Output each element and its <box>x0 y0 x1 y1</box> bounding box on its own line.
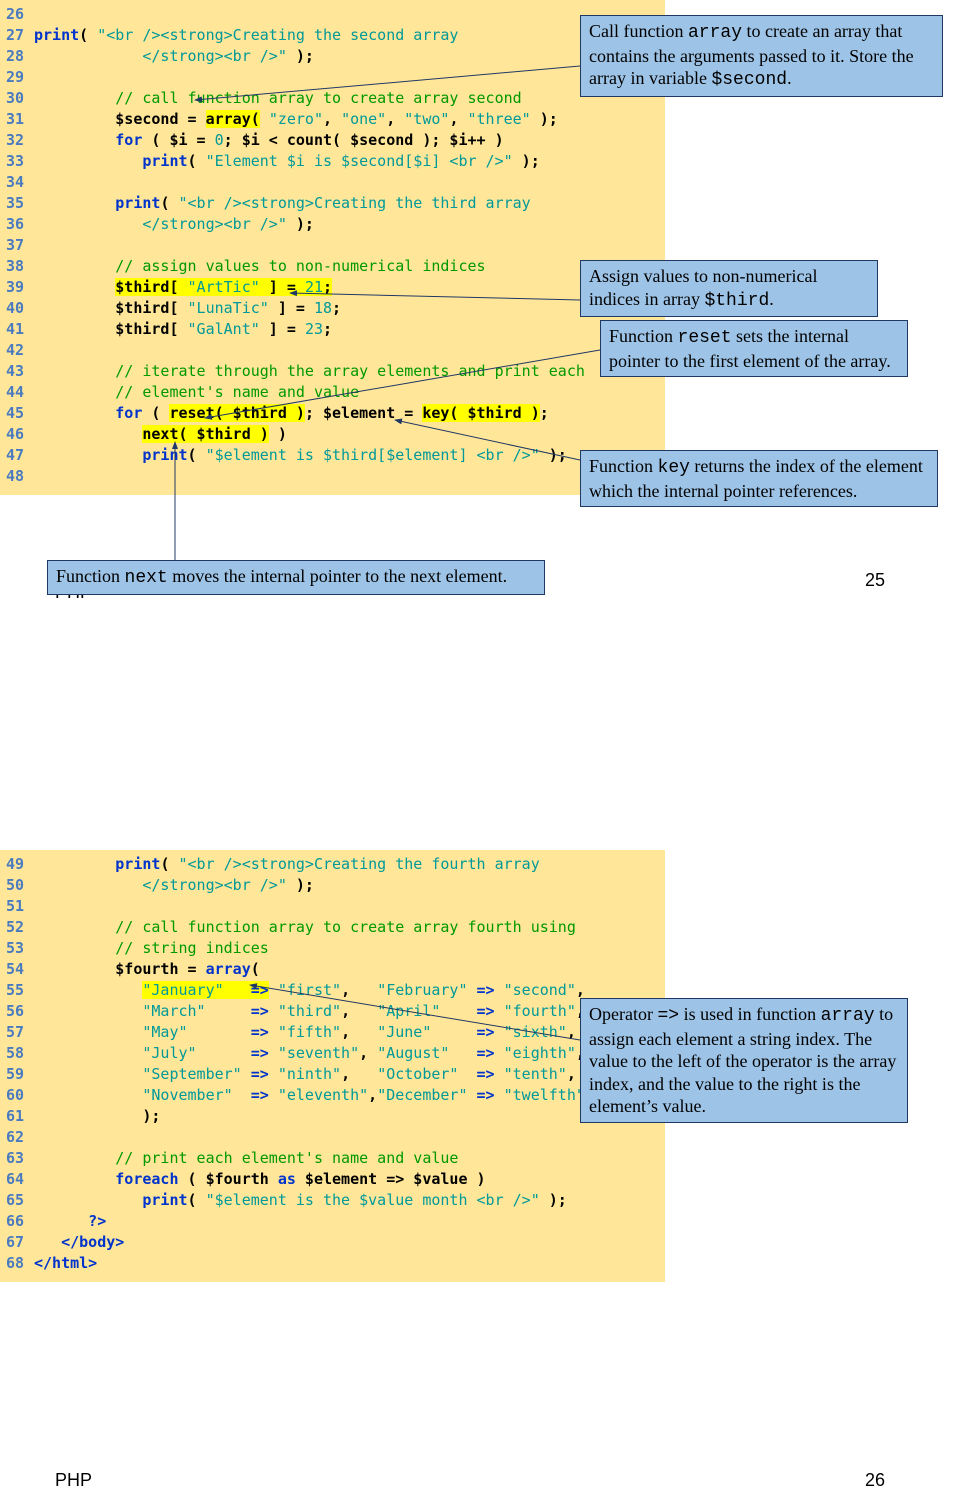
callout-third-indices: Assign values to non-numerical indices i… <box>580 260 878 317</box>
footer-label: PHP <box>55 1470 92 1491</box>
code-block-2: 49 print( "<br /><strong>Creating the fo… <box>0 850 665 1282</box>
callout-reset: Function reset sets the internal pointer… <box>600 320 908 377</box>
callout-next: Function next moves the internal pointer… <box>47 560 545 595</box>
code-block-1: 2627print( "<br /><strong>Creating the s… <box>0 0 665 495</box>
page-number: 25 <box>865 570 885 591</box>
callout-array-second: Call function array to create an array t… <box>580 15 943 97</box>
slide-25: 2627print( "<br /><strong>Creating the s… <box>0 0 960 770</box>
page-number: 26 <box>865 1470 885 1491</box>
slide-26: 49 print( "<br /><strong>Creating the fo… <box>0 770 960 1510</box>
callout-arrow-operator: Operator => is used in function array to… <box>580 998 908 1123</box>
callout-key: Function key returns the index of the el… <box>580 450 938 507</box>
